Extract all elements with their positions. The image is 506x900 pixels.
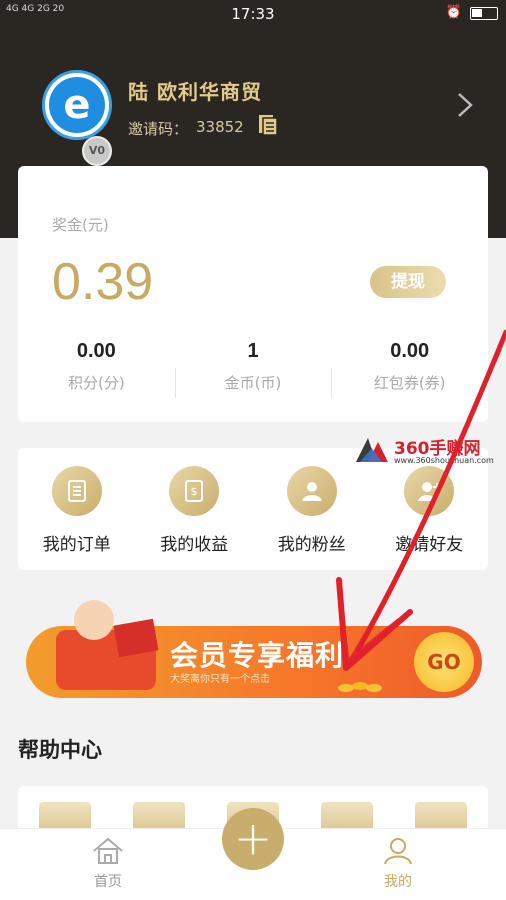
red-envelope-icon <box>113 618 159 658</box>
menu-item-fans[interactable]: 我的粉丝 <box>253 448 371 570</box>
tab-home[interactable]: 首页 <box>68 837 148 891</box>
stat-value: 1 <box>247 340 259 362</box>
invite-code-label: 邀请码： <box>128 120 189 138</box>
order-icon <box>51 466 102 516</box>
status-time: 17:33 <box>231 5 275 23</box>
mascot-icon <box>74 600 114 640</box>
menu-item-orders[interactable]: 我的订单 <box>18 448 136 570</box>
menu-label: 邀请好友 <box>395 535 464 555</box>
member-benefit-banner[interactable]: 会员专享福利 大奖离你只有一个点击 GO <box>26 594 482 704</box>
stat-label: 金币(币) <box>224 374 282 392</box>
user-icon <box>384 838 412 865</box>
withdraw-button[interactable]: 提现 <box>370 266 446 298</box>
user-name: 陆 欧利华商贸 <box>128 80 262 104</box>
banner-title: 会员专享福利 <box>170 639 345 672</box>
copy-icon[interactable] <box>258 114 278 136</box>
go-button[interactable]: GO <box>414 632 474 692</box>
battery-icon <box>470 7 498 20</box>
menu-label: 我的粉丝 <box>277 535 346 555</box>
stat-coins[interactable]: 1 金币(币) <box>174 336 332 400</box>
watermark: 360手赚网 www.360shouzhuan.com <box>354 434 504 468</box>
bonus-label: 奖金(元) <box>52 216 109 234</box>
svg-text:$: $ <box>191 485 198 498</box>
tab-mine[interactable]: 我的 <box>358 837 438 891</box>
menu-label: 我的订单 <box>42 535 111 555</box>
home-icon <box>93 837 123 864</box>
stat-label: 积分(分) <box>67 374 125 392</box>
stat-value: 0.00 <box>390 340 430 362</box>
alarm-icon: ⏰ <box>445 5 462 20</box>
avatar[interactable]: e <box>42 70 112 140</box>
add-button[interactable]: + <box>222 808 284 870</box>
vip-badge: V0 <box>82 136 112 166</box>
stat-points[interactable]: 0.00 积分(分) <box>18 336 175 400</box>
invite-code-value: 33852 <box>196 118 244 136</box>
coins-icon <box>338 682 382 692</box>
tab-mine-label: 我的 <box>384 874 412 890</box>
help-center-title: 帮助中心 <box>18 738 102 762</box>
stat-label: 红包券(券) <box>373 374 446 392</box>
watermark-url: www.360shouzhuan.com <box>394 456 494 465</box>
avatar-logo: e <box>49 77 105 133</box>
chevron-right-icon[interactable] <box>456 92 474 118</box>
income-icon: $ <box>169 466 220 516</box>
stat-value: 0.00 <box>76 340 116 362</box>
stat-coupons[interactable]: 0.00 红包券(券) <box>331 336 488 400</box>
menu-item-income[interactable]: $ 我的收益 <box>136 448 254 570</box>
banner-subtitle: 大奖离你只有一个点击 <box>170 674 270 685</box>
wallet-card: 奖金(元) 0.39 提现 0.00 积分(分) 1 金币(币) 0.00 红包… <box>18 166 488 422</box>
status-bar: 4G 4G 2G 20 17:33 ⏰ <box>0 0 506 28</box>
menu-label: 我的收益 <box>160 535 229 555</box>
bonus-value: 0.39 <box>52 253 154 311</box>
tab-home-label: 首页 <box>94 874 122 890</box>
watermark-logo-icon <box>356 438 388 462</box>
invite-icon <box>404 466 455 516</box>
fans-icon <box>286 466 337 516</box>
wallet-stats: 0.00 积分(分) 1 金币(币) 0.00 红包券(券) <box>18 336 488 400</box>
